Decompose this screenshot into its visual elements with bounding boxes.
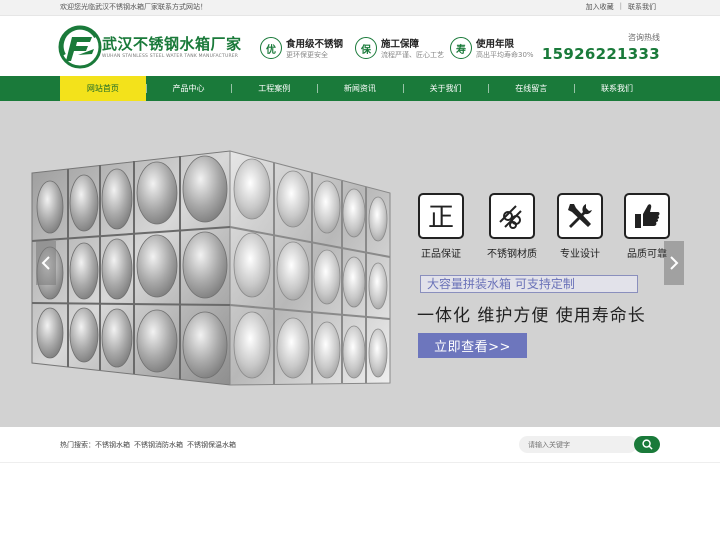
search-input[interactable] bbox=[519, 436, 637, 453]
thumbs-up-icon bbox=[635, 204, 660, 228]
nav-item-news[interactable]: 新闻资讯 bbox=[317, 76, 403, 101]
hotline-number[interactable]: 15926221333 bbox=[542, 45, 660, 63]
hero-banner: 正 正品保证 不锈钢材质 专业设计 品质可靠 大容量拼装水箱 可支持定制 一体化… bbox=[0, 101, 720, 427]
hot-search-term[interactable]: 不锈钢保温水箱 bbox=[187, 441, 236, 449]
banner-feature-label: 专业设计 bbox=[560, 249, 600, 260]
add-favorite-link[interactable]: 加入收藏 bbox=[586, 2, 614, 12]
banner-tagline: 大容量拼装水箱 可支持定制 bbox=[420, 275, 638, 293]
hot-search-term[interactable]: 不锈钢消防水箱 bbox=[134, 441, 183, 449]
chevron-left-icon bbox=[41, 256, 50, 270]
banner-feature-genuine: 正 正品保证 bbox=[416, 193, 466, 260]
banner-slogan: 一体化 维护方便 使用寿命长 bbox=[417, 306, 646, 326]
banner-feature-label: 不锈钢材质 bbox=[487, 249, 537, 260]
search-icon bbox=[641, 439, 653, 450]
feature-subtitle: 更环保更安全 bbox=[286, 51, 328, 59]
feature-title: 食用级不锈钢 bbox=[286, 39, 344, 50]
quality-badge-icon: 优 bbox=[260, 37, 282, 59]
logo-subtitle: WUHAN STAINLESS STEEL WATER TANK MANUFAC… bbox=[102, 54, 239, 59]
nav-item-products[interactable]: 产品中心 bbox=[145, 76, 232, 101]
banner-prev-arrow[interactable] bbox=[36, 241, 56, 285]
banner-feature-steel: 不锈钢材质 bbox=[487, 193, 537, 260]
top-links: 加入收藏 | 联系我们 bbox=[586, 2, 656, 12]
nav-item-contact[interactable]: 联系我们 bbox=[574, 76, 660, 101]
nav-item-home[interactable]: 网站首页 bbox=[60, 76, 146, 101]
hotline-label: 咨询热线 bbox=[628, 33, 660, 42]
zheng-character-icon: 正 bbox=[428, 203, 454, 231]
nav-item-cases[interactable]: 工程案例 bbox=[231, 76, 317, 101]
banner-feature-design: 专业设计 bbox=[555, 193, 605, 260]
nav-item-message[interactable]: 在线留言 bbox=[488, 76, 574, 101]
tools-icon bbox=[568, 204, 592, 228]
contact-link[interactable]: 联系我们 bbox=[628, 2, 656, 12]
banner-feature-label: 品质可靠 bbox=[627, 249, 667, 260]
site-logo[interactable]: 武汉不锈钢水箱厂家 WUHAN STAINLESS STEEL WATER TA… bbox=[58, 24, 248, 70]
logo-mark-icon bbox=[58, 25, 102, 69]
hot-search-label: 热门搜索： bbox=[60, 441, 95, 449]
hot-search: 热门搜索：不锈钢水箱 不锈钢消防水箱 不锈钢保温水箱 bbox=[60, 440, 240, 450]
top-links-separator: | bbox=[619, 2, 622, 10]
welcome-text: 欢迎您光临武汉不锈钢水箱厂家联系方式网站！ bbox=[60, 3, 207, 11]
water-tank-image bbox=[31, 150, 391, 386]
banner-feature-quality: 品质可靠 bbox=[622, 193, 672, 260]
feature-subtitle: 流程严谨、匠心工艺 bbox=[381, 51, 444, 59]
site-header: 武汉不锈钢水箱厂家 WUHAN STAINLESS STEEL WATER TA… bbox=[0, 16, 720, 76]
feature-title: 施工保障 bbox=[381, 39, 420, 50]
search-button[interactable] bbox=[634, 436, 660, 453]
hot-search-term[interactable]: 不锈钢水箱 bbox=[95, 441, 130, 449]
main-nav: 网站首页 产品中心 工程案例 新闻资讯 关于我们 在线留言 联系我们 bbox=[0, 76, 720, 101]
hotline: 咨询热线 15926221333 bbox=[542, 32, 660, 63]
steel-pipes-icon bbox=[499, 205, 522, 229]
longevity-badge-icon: 寿 bbox=[450, 37, 472, 59]
banner-feature-label: 正品保证 bbox=[421, 249, 461, 260]
nav-item-about[interactable]: 关于我们 bbox=[402, 76, 489, 101]
feature-subtitle: 高出平均寿命30% bbox=[476, 51, 534, 59]
view-now-button[interactable]: 立即查看>> bbox=[418, 333, 527, 358]
top-bar: 欢迎您光临武汉不锈钢水箱厂家联系方式网站！ 加入收藏 | 联系我们 bbox=[0, 0, 720, 16]
svg-text:正: 正 bbox=[428, 203, 454, 231]
logo-title: 武汉不锈钢水箱厂家 bbox=[102, 35, 242, 53]
guarantee-badge-icon: 保 bbox=[355, 37, 377, 59]
search-bar: 热门搜索：不锈钢水箱 不锈钢消防水箱 不锈钢保温水箱 bbox=[0, 427, 720, 463]
feature-title: 使用年限 bbox=[476, 39, 515, 50]
